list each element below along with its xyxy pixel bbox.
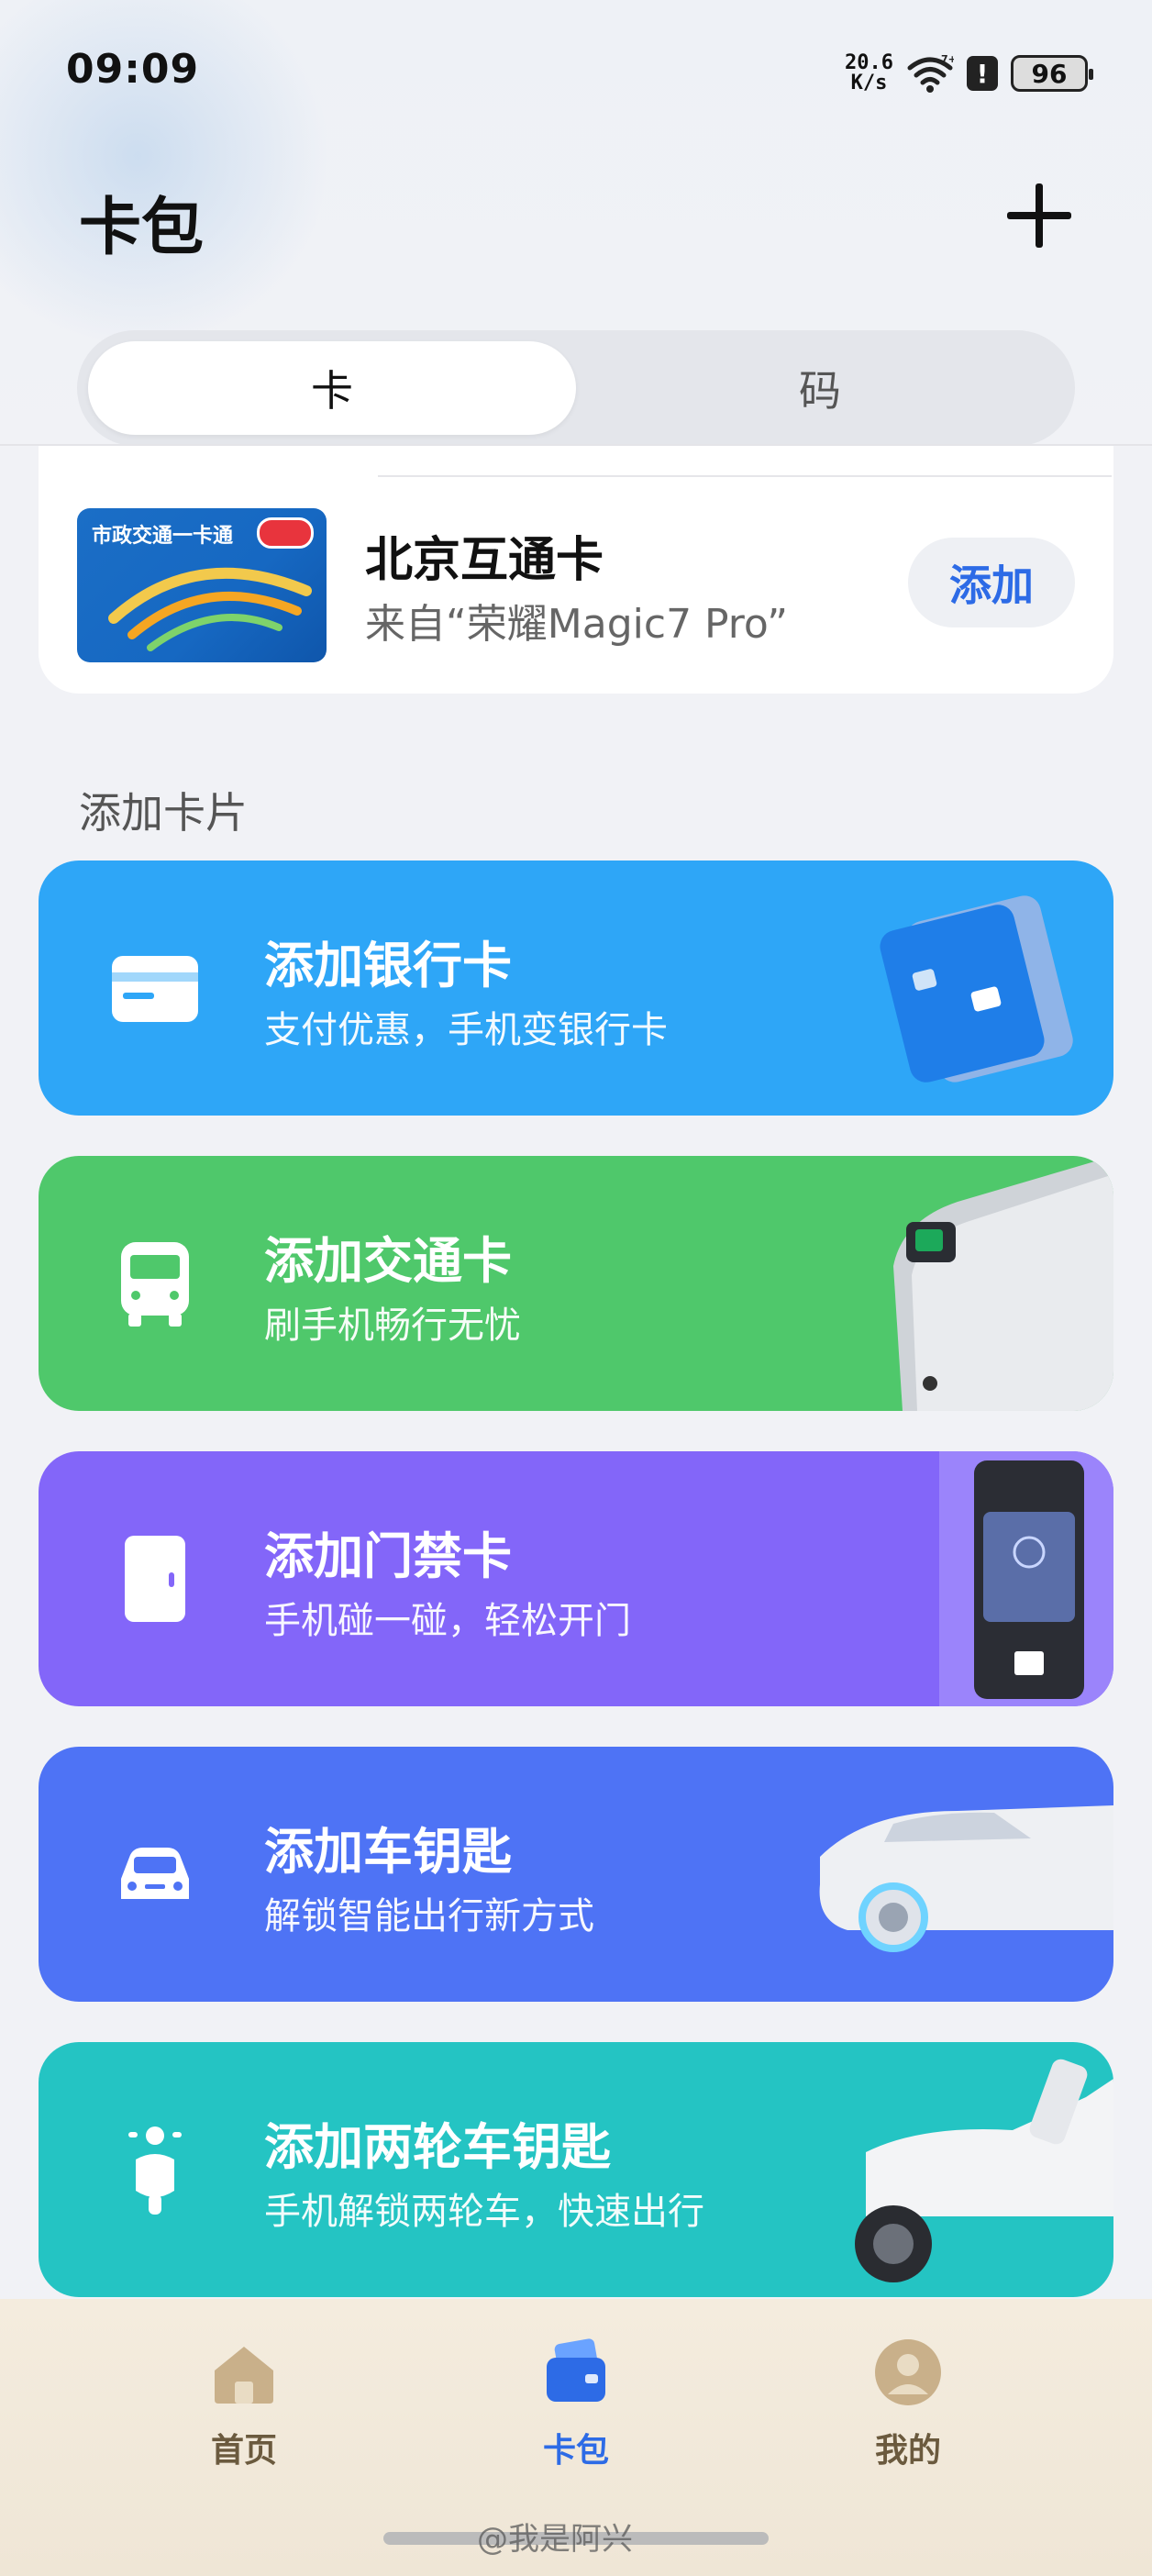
tab-code[interactable]: 码 [576, 341, 1064, 435]
card-swoosh-graphic [108, 567, 312, 651]
card-code-tabs: 卡 码 [77, 330, 1075, 446]
car-icon [121, 1848, 189, 1899]
add-card-title: 添加交通卡 [264, 1232, 512, 1290]
nav-label: 首页 [210, 2432, 277, 2470]
door-reader-illustration [939, 1451, 1113, 1706]
nav-label: 我的 [874, 2432, 941, 2470]
bank-cards-illustration [880, 895, 1073, 1083]
network-speed-value: 20.6 [845, 51, 893, 74]
divider [378, 475, 1112, 477]
add-bank-card-button[interactable]: 添加银行卡 支付优惠，手机变银行卡 [39, 861, 1113, 1116]
add-card-subtitle: 支付优惠，手机变银行卡 [264, 1009, 668, 1051]
watermark: @我是阿兴 [477, 2521, 633, 2558]
status-icons: 20.6 K/s 7+ ! 96 [845, 46, 1093, 101]
tab-card[interactable]: 卡 [88, 341, 576, 435]
add-existing-card-button[interactable]: 添加 [908, 538, 1075, 627]
add-card-subtitle: 手机碰一碰，轻松开门 [264, 1600, 631, 1642]
add-scooter-key-button[interactable]: 添加两轮车钥匙 手机解锁两轮车，快速出行 [39, 2042, 1113, 2297]
network-speed-unit: K/s [850, 72, 888, 94]
scooter-icon [128, 2126, 182, 2215]
add-car-key-button[interactable]: 添加车钥匙 解锁智能出行新方式 [39, 1747, 1113, 2002]
nav-profile[interactable]: 我的 [816, 2337, 1000, 2471]
home-icon [215, 2347, 273, 2404]
add-card-title: 添加门禁卡 [264, 1527, 512, 1585]
door-icon [125, 1536, 185, 1622]
add-transit-card-button[interactable]: 添加交通卡 刷手机畅行无忧 [39, 1156, 1113, 1411]
bank-card-icon [112, 956, 198, 1022]
add-card-title: 添加车钥匙 [264, 1823, 512, 1881]
battery-indicator: 96 [1011, 55, 1093, 92]
car-illustration [819, 1805, 1113, 1952]
bus-icon [121, 1242, 189, 1327]
network-speed: 20.6 K/s [845, 53, 893, 94]
nav-home[interactable]: 首页 [152, 2337, 336, 2471]
wallet-icon [547, 2338, 605, 2402]
add-card-subtitle: 手机解锁两轮车，快速出行 [264, 2191, 704, 2233]
status-bar: 09:09 20.6 K/s 7+ ! 96 [0, 0, 1152, 138]
status-time: 09:09 [66, 46, 200, 93]
profile-icon [875, 2339, 941, 2405]
card-source: 来自“荣耀Magic7 Pro” [365, 601, 789, 648]
add-card-subtitle: 刷手机畅行无忧 [264, 1305, 521, 1347]
add-icon[interactable] [1007, 183, 1071, 248]
existing-card-panel: 市政交通一卡通 北京互通卡 来自“荣耀Magic7 Pro” 添加 [39, 446, 1113, 694]
nav-wallet[interactable]: 卡包 [484, 2337, 668, 2471]
page-title: 卡包 [79, 192, 205, 264]
add-card-title: 添加两轮车钥匙 [264, 2118, 611, 2176]
add-card-subtitle: 解锁智能出行新方式 [264, 1895, 594, 1938]
add-access-card-button[interactable]: 添加门禁卡 手机碰一碰，轻松开门 [39, 1451, 1113, 1706]
card-name: 北京互通卡 [365, 533, 604, 588]
wifi-label: 7+ [941, 53, 954, 65]
add-card-title: 添加银行卡 [264, 937, 512, 994]
turnstile-illustration [893, 1156, 1113, 1411]
wifi-icon: 7+ [906, 53, 957, 94]
nav-label: 卡包 [542, 2432, 609, 2470]
beijing-card-image[interactable]: 市政交通一卡通 [77, 508, 327, 662]
scooter-illustration [855, 2059, 1113, 2282]
section-title: 添加卡片 [79, 788, 248, 838]
alert-icon: ! [967, 56, 998, 91]
